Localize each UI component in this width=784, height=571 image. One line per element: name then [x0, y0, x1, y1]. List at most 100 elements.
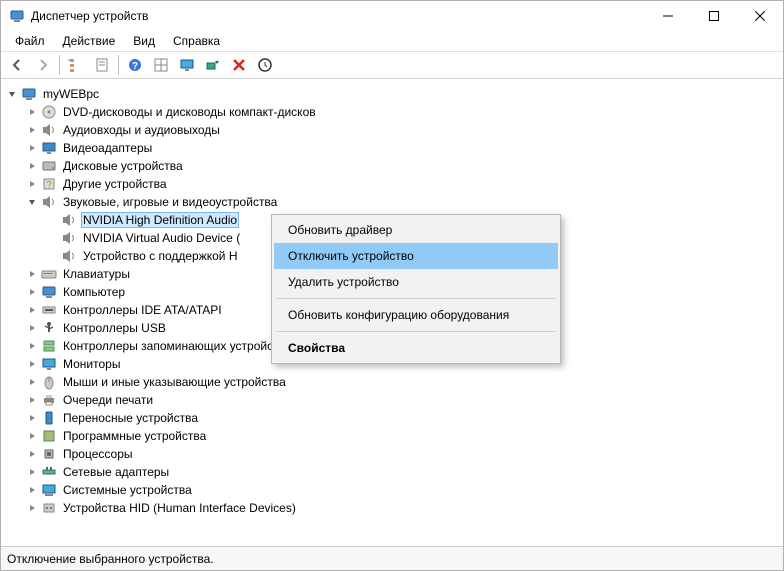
software-icon — [41, 428, 57, 444]
nav-back-button[interactable] — [5, 53, 29, 77]
maximize-button[interactable] — [691, 1, 737, 31]
audio-icon — [61, 248, 77, 264]
chevron-right-icon[interactable] — [25, 429, 39, 443]
cm-scan-hardware[interactable]: Обновить конфигурацию оборудования — [274, 302, 558, 328]
nav-forward-button[interactable] — [31, 53, 55, 77]
tree-device-label: Устройство с поддержкой H — [81, 249, 240, 263]
show-hidden-button[interactable] — [64, 53, 88, 77]
help-icon — [127, 57, 143, 73]
tree-item[interactable]: Видеоадаптеры — [25, 139, 779, 157]
minimize-button[interactable] — [645, 1, 691, 31]
menu-view[interactable]: Вид — [125, 32, 163, 50]
tree-item[interactable]: Другие устройства — [25, 175, 779, 193]
ide-icon — [41, 302, 57, 318]
tree-item-label: Другие устройства — [61, 177, 169, 191]
chevron-right-icon[interactable] — [25, 465, 39, 479]
statusbar-text: Отключение выбранного устройства. — [7, 552, 214, 566]
chevron-right-icon[interactable] — [25, 321, 39, 335]
chevron-down-icon[interactable] — [25, 195, 39, 209]
audio-icon — [41, 194, 57, 210]
tree-icon — [68, 57, 84, 73]
tree-item[interactable]: DVD-дисководы и дисководы компакт-дисков — [25, 103, 779, 121]
tree-item[interactable]: Сетевые адаптеры — [25, 463, 779, 481]
properties-icon — [94, 57, 110, 73]
chevron-right-icon[interactable] — [25, 357, 39, 371]
keyboard-icon — [41, 266, 57, 282]
tree-item-label: Мониторы — [61, 357, 122, 371]
tree-item[interactable]: Очереди печати — [25, 391, 779, 409]
properties-button[interactable] — [90, 53, 114, 77]
context-menu: Обновить драйвер Отключить устройство Уд… — [271, 214, 561, 364]
chevron-right-icon[interactable] — [25, 267, 39, 281]
storage-icon — [41, 338, 57, 354]
cpu-icon — [41, 446, 57, 462]
menu-file[interactable]: Файл — [7, 32, 53, 50]
app-icon — [9, 8, 25, 24]
cm-uninstall-device[interactable]: Удалить устройство — [274, 269, 558, 295]
chevron-right-icon[interactable] — [25, 339, 39, 353]
chevron-right-icon[interactable] — [25, 123, 39, 137]
cm-properties[interactable]: Свойства — [274, 335, 558, 361]
chevron-right-icon[interactable] — [25, 375, 39, 389]
printer-icon — [41, 392, 57, 408]
chevron-right-icon[interactable] — [25, 447, 39, 461]
minimize-icon — [663, 11, 673, 21]
chevron-right-icon[interactable] — [25, 483, 39, 497]
chevron-right-icon[interactable] — [25, 105, 39, 119]
tree-item-label: Клавиатуры — [61, 267, 132, 281]
uninstall-button[interactable] — [227, 53, 251, 77]
device-manager-window: Диспетчер устройств Файл Действие Вид Сп… — [0, 0, 784, 571]
tree-item[interactable]: Устройства HID (Human Interface Devices) — [25, 499, 779, 517]
chevron-right-icon[interactable] — [25, 501, 39, 515]
tree-item-label: Компьютер — [61, 285, 127, 299]
tree-item[interactable]: Программные устройства — [25, 427, 779, 445]
network-icon — [41, 464, 57, 480]
chevron-down-icon[interactable] — [5, 87, 19, 101]
tree-root-label: myWEBpc — [41, 87, 101, 101]
close-button[interactable] — [737, 1, 783, 31]
chevron-right-icon[interactable] — [25, 303, 39, 317]
display-icon — [41, 140, 57, 156]
cm-separator — [276, 298, 556, 299]
chevron-right-icon[interactable] — [25, 285, 39, 299]
tree-item-label: Аудиовходы и аудиовыходы — [61, 123, 222, 137]
unknown-icon — [41, 176, 57, 192]
help-button[interactable] — [123, 53, 147, 77]
refresh-button[interactable] — [253, 53, 277, 77]
cm-disable-device[interactable]: Отключить устройство — [274, 243, 558, 269]
tree-item[interactable]: Аудиовходы и аудиовыходы — [25, 121, 779, 139]
tree-item[interactable]: Процессоры — [25, 445, 779, 463]
portable-icon — [41, 410, 57, 426]
audio-icon — [61, 212, 77, 228]
cm-update-driver[interactable]: Обновить драйвер — [274, 217, 558, 243]
tree-device-label: NVIDIA High Definition Audio — [81, 212, 239, 228]
disc-icon — [41, 104, 57, 120]
toolbar-separator — [118, 55, 119, 75]
tree-item[interactable]: Мыши и иные указывающие устройства — [25, 373, 779, 391]
window-title: Диспетчер устройств — [31, 9, 645, 23]
scan-button[interactable] — [201, 53, 225, 77]
usb-icon — [41, 320, 57, 336]
chevron-right-icon[interactable] — [25, 411, 39, 425]
tree-item-label: Программные устройства — [61, 429, 208, 443]
tree-item[interactable]: Системные устройства — [25, 481, 779, 499]
tree-device-label: NVIDIA Virtual Audio Device ( — [81, 231, 242, 245]
menu-action[interactable]: Действие — [55, 32, 124, 50]
grid-button[interactable] — [149, 53, 173, 77]
chevron-right-icon[interactable] — [25, 159, 39, 173]
chevron-right-icon[interactable] — [25, 393, 39, 407]
refresh-icon — [257, 57, 273, 73]
tree-root[interactable]: myWEBpc — [5, 85, 779, 103]
tree-item[interactable]: Дисковые устройства — [25, 157, 779, 175]
tree-item-label: Видеоадаптеры — [61, 141, 154, 155]
tree-item-label: DVD-дисководы и дисководы компакт-дисков — [61, 105, 318, 119]
back-icon — [9, 57, 25, 73]
grid-icon — [153, 57, 169, 73]
monitor-button[interactable] — [175, 53, 199, 77]
chevron-right-icon[interactable] — [25, 177, 39, 191]
chevron-right-icon[interactable] — [25, 141, 39, 155]
menu-help[interactable]: Справка — [165, 32, 228, 50]
computer-icon — [41, 284, 57, 300]
tree-item-sound[interactable]: Звуковые, игровые и видеоустройства — [25, 193, 779, 211]
tree-item[interactable]: Переносные устройства — [25, 409, 779, 427]
